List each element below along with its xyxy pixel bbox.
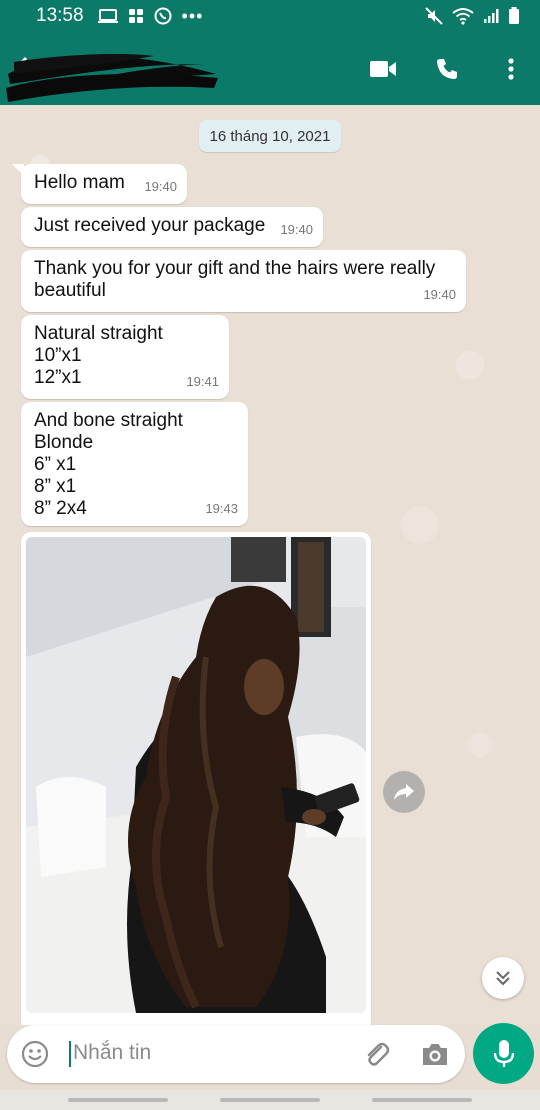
message-text: 10”x1: [34, 345, 82, 366]
message-text: Just received your package: [34, 215, 266, 236]
message-bubble[interactable]: Natural straight 10”x1 12”x1 19:41: [21, 315, 229, 399]
text-cursor: [69, 1041, 71, 1067]
wifi-icon: [452, 8, 474, 25]
message-text: 6” x1: [34, 454, 77, 475]
message-input[interactable]: Nhắn tin: [73, 1041, 151, 1065]
message-composer[interactable]: Nhắn tin: [7, 1025, 465, 1083]
mute-icon: [425, 7, 443, 25]
message-text: Natural straight: [34, 323, 163, 344]
screen-icon: [97, 9, 118, 23]
emoji-icon[interactable]: [21, 1040, 49, 1068]
double-chevron-down-icon: [496, 971, 510, 986]
status-bar: 13:58 •••: [0, 0, 540, 32]
slack-icon: [128, 9, 143, 23]
photo-woman-with-long-wavy-hair[interactable]: [26, 537, 366, 1013]
message-text: And bone straight: [34, 410, 183, 431]
more-notifications-icon: •••: [181, 5, 204, 26]
voice-message-button[interactable]: [473, 1023, 534, 1084]
message-text: 8” x1: [34, 476, 77, 497]
nav-back-handle[interactable]: [372, 1098, 472, 1102]
date-chip: 16 tháng 10, 2021: [199, 120, 341, 152]
phone-icon[interactable]: [432, 54, 462, 84]
forward-button[interactable]: [383, 771, 425, 813]
message-time: 19:40: [280, 222, 313, 237]
message-text: Blonde: [34, 432, 94, 453]
more-vert-icon[interactable]: [496, 54, 526, 84]
nav-home-handle[interactable]: [220, 1098, 320, 1102]
message-time: 19:43: [205, 501, 238, 516]
nav-recents-handle[interactable]: [68, 1098, 168, 1102]
camera-icon[interactable]: [420, 1040, 450, 1068]
message-time: 19:41: [186, 374, 219, 389]
signal-icon: [484, 9, 499, 23]
status-time: 13:58: [36, 5, 84, 26]
viber-icon: [154, 7, 172, 25]
video-call-icon[interactable]: [368, 54, 398, 84]
message-time: 19:40: [423, 287, 456, 302]
notification-icons: •••: [97, 5, 204, 27]
message-text: Thank you for your gift and the hairs we…: [34, 258, 436, 279]
attach-icon[interactable]: [361, 1039, 391, 1069]
microphone-icon: [493, 1039, 514, 1067]
scroll-to-bottom-button[interactable]: [482, 957, 524, 999]
system-nav-bar: [0, 1090, 540, 1110]
image-message[interactable]: [21, 532, 371, 1025]
message-text: beautiful: [34, 280, 106, 301]
battery-icon: [509, 7, 519, 24]
message-bubble[interactable]: Thank you for your gift and the hairs we…: [21, 250, 466, 312]
message-bubble[interactable]: Just received your package 19:40: [21, 207, 323, 247]
forward-icon: [394, 784, 414, 800]
chat-area[interactable]: 16 tháng 10, 2021 Hello mam 19:40 Just r…: [0, 105, 540, 1025]
message-time: 19:40: [144, 179, 177, 194]
message-bubble[interactable]: Hello mam 19:40: [12, 164, 187, 204]
chat-header: [0, 32, 540, 105]
redacted-contact-name[interactable]: [4, 44, 219, 104]
message-bubble[interactable]: And bone straight Blonde 6” x1 8” x1 8” …: [21, 402, 248, 526]
